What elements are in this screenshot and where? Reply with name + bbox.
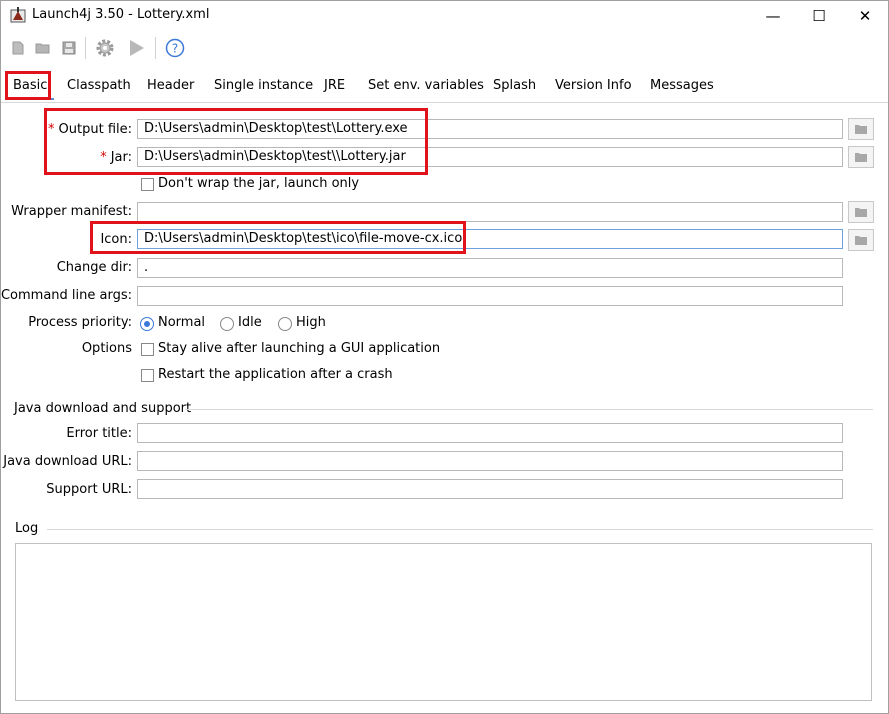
priority-idle-radio[interactable]	[220, 317, 234, 331]
priority-high-label: High	[296, 315, 326, 330]
restart-checkbox[interactable]	[141, 369, 154, 382]
stay-alive-checkbox[interactable]	[141, 343, 154, 356]
toolbar: ?	[1, 31, 888, 65]
folder-icon	[855, 153, 867, 162]
java-download-url-field[interactable]	[137, 451, 843, 471]
build-gear-icon	[96, 39, 114, 57]
priority-normal-radio[interactable]	[140, 317, 154, 331]
command-line-args-field[interactable]	[137, 286, 843, 306]
tab-basic[interactable]: Basic	[13, 75, 47, 97]
error-title-field[interactable]	[137, 423, 843, 443]
icon-field[interactable]: D:\Users\admin\Desktop\test\ico\file-mov…	[137, 229, 843, 249]
tab-jre[interactable]: JRE	[324, 75, 345, 97]
restart-label: Restart the application after a crash	[158, 367, 393, 382]
tab-version-info[interactable]: Version Info	[555, 75, 632, 97]
support-url-field[interactable]	[137, 479, 843, 499]
change-dir-label: Change dir:	[56, 260, 132, 275]
tab-messages[interactable]: Messages	[650, 75, 714, 97]
jar-label: * Jar:	[100, 150, 132, 165]
minimize-button[interactable]: —	[750, 1, 796, 31]
java-download-group-title: Java download and support	[14, 401, 192, 416]
jar-browse-button[interactable]	[848, 146, 874, 168]
run-button[interactable]	[125, 37, 147, 59]
output-file-field[interactable]: D:\Users\admin\Desktop\test\Lottery.exe	[137, 119, 843, 139]
close-button[interactable]: ✕	[842, 1, 888, 31]
tab-single-instance[interactable]: Single instance	[214, 75, 313, 97]
output-file-label: * Output file:	[48, 122, 132, 137]
stay-alive-label: Stay alive after launching a GUI applica…	[158, 341, 441, 356]
tab-header[interactable]: Header	[147, 75, 194, 97]
new-file-icon	[12, 41, 24, 55]
output-file-browse-button[interactable]	[848, 118, 874, 140]
icon-browse-button[interactable]	[848, 229, 874, 251]
wrapper-manifest-label: Wrapper manifest:	[11, 204, 132, 219]
help-icon: ?	[165, 38, 185, 58]
svg-text:?: ?	[172, 42, 178, 56]
launch4j-window: Launch4j 3.50 - Lottery.xml — ☐ ✕ ? Basi…	[0, 0, 889, 714]
process-priority-label: Process priority:	[28, 315, 132, 330]
save-icon	[62, 41, 76, 55]
priority-idle-label: Idle	[238, 315, 262, 330]
required-marker: *	[100, 150, 107, 165]
folder-icon	[855, 208, 867, 217]
priority-normal-label: Normal	[158, 315, 206, 330]
error-title-label: Error title:	[66, 426, 132, 441]
text-caret	[463, 231, 465, 246]
log-group-title: Log	[15, 521, 39, 536]
support-url-label: Support URL:	[46, 482, 132, 497]
new-file-button[interactable]	[7, 37, 29, 59]
group-divider	[185, 409, 873, 410]
launch4j-app-icon	[10, 7, 26, 23]
maximize-icon: ☐	[812, 7, 826, 25]
tab-bar: Basic Classpath Header Single instance J…	[1, 69, 888, 101]
dont-wrap-checkbox[interactable]	[141, 178, 154, 191]
toolbar-separator	[85, 37, 86, 59]
title-bar: Launch4j 3.50 - Lottery.xml — ☐ ✕	[1, 1, 888, 31]
toolbar-separator	[155, 37, 156, 59]
icon-label: Icon:	[100, 232, 132, 247]
dont-wrap-label: Don't wrap the jar, launch only	[158, 176, 360, 191]
save-button[interactable]	[58, 37, 80, 59]
log-textarea[interactable]	[15, 543, 872, 701]
window-title: Launch4j 3.50 - Lottery.xml	[32, 7, 210, 22]
open-button[interactable]	[32, 37, 54, 59]
options-label: Options	[81, 341, 132, 356]
command-line-args-label: Command line args:	[0, 288, 132, 303]
folder-icon	[855, 125, 867, 134]
priority-high-radio[interactable]	[278, 317, 292, 331]
run-icon	[130, 40, 144, 56]
java-download-url-label: Java download URL:	[3, 454, 132, 469]
basic-panel: * Output file: D:\Users\admin\Desktop\tes…	[0, 102, 888, 713]
folder-icon	[855, 236, 867, 245]
build-button[interactable]	[93, 37, 117, 59]
wrapper-manifest-field[interactable]	[137, 202, 843, 222]
group-divider	[47, 529, 873, 530]
tab-splash[interactable]: Splash	[493, 75, 536, 97]
close-icon: ✕	[858, 7, 872, 25]
maximize-button[interactable]: ☐	[796, 1, 842, 31]
change-dir-field[interactable]: .	[137, 258, 843, 278]
open-folder-icon	[35, 43, 50, 54]
help-button[interactable]: ?	[164, 37, 186, 59]
jar-field[interactable]: D:\Users\admin\Desktop\test\\Lottery.jar	[137, 147, 843, 167]
minimize-icon: —	[765, 7, 781, 25]
wrapper-manifest-browse-button[interactable]	[848, 201, 874, 223]
tab-set-env-variables[interactable]: Set env. variables	[368, 75, 484, 97]
active-tab-indicator	[6, 98, 54, 100]
tab-classpath[interactable]: Classpath	[67, 75, 131, 97]
required-marker: *	[48, 122, 55, 137]
